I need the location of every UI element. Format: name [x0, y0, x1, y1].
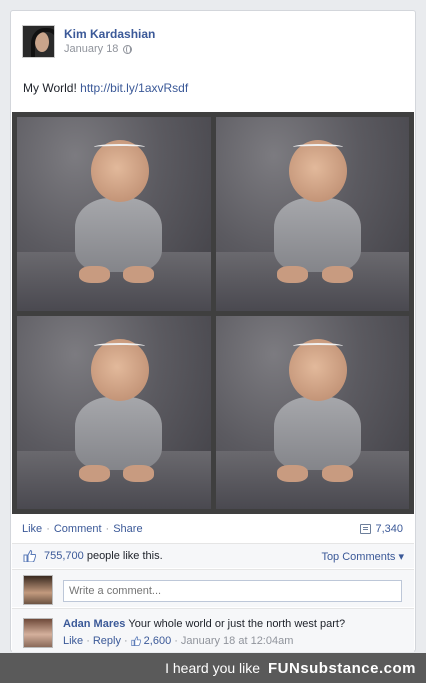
baby-foot — [277, 464, 309, 482]
baby-foot — [321, 464, 353, 482]
comment-reply-link[interactable]: Reply — [93, 635, 121, 647]
post-message: My World! — [23, 81, 77, 95]
separator: · — [46, 523, 50, 535]
photo-2[interactable] — [215, 117, 409, 311]
comment-likes-count[interactable]: 2,600 — [144, 635, 172, 647]
photo-1[interactable] — [17, 117, 211, 311]
baby-body — [75, 198, 163, 272]
commenter-avatar[interactable] — [23, 618, 53, 648]
headband — [94, 144, 145, 150]
baby-body — [273, 198, 361, 272]
post-link[interactable]: http://bit.ly/1axvRsdf — [80, 81, 188, 95]
likes-summary: 755,700 people like this. Top Comments ▾ — [12, 543, 414, 568]
author-avatar[interactable] — [22, 25, 55, 58]
top-comments-dropdown[interactable]: Top Comments ▾ — [321, 550, 404, 563]
globe-icon — [123, 44, 133, 54]
comment-text: Your whole world or just the north west … — [128, 618, 346, 630]
baby-foot — [78, 266, 110, 284]
separator: · — [123, 635, 128, 647]
headband — [94, 342, 145, 349]
thumbs-up-icon — [131, 636, 141, 646]
post-date[interactable]: January 18 — [64, 43, 118, 55]
likes-count[interactable]: 755,700 — [44, 550, 84, 562]
headband — [292, 342, 344, 349]
post-card: Kim Kardashian January 18 My World! http… — [10, 10, 416, 652]
comment-icon — [360, 524, 372, 534]
baby-body — [273, 396, 361, 471]
commenter-name[interactable]: Adan Mares — [63, 618, 125, 630]
comment-box-row — [12, 569, 414, 607]
photo-grid[interactable] — [12, 112, 414, 514]
post-text: My World! http://bit.ly/1axvRsdf — [23, 81, 188, 95]
baby-foot — [321, 266, 353, 284]
baby-foot — [123, 464, 155, 482]
comment-link[interactable]: Comment — [54, 523, 102, 535]
baby-foot — [123, 266, 155, 284]
like-link[interactable]: Like — [22, 523, 42, 535]
separator: · — [86, 635, 90, 647]
post-meta: January 18 — [64, 43, 133, 55]
separator: · — [105, 523, 110, 535]
baby-foot — [78, 464, 110, 482]
baby-foot — [277, 266, 309, 284]
watermark-brand: FUNsubstance.com — [267, 659, 416, 677]
comment-input[interactable] — [63, 580, 402, 602]
commenter-line: Adan Mares Your whole world or just the … — [63, 618, 345, 630]
baby-body — [75, 396, 163, 471]
likes-text: 755,700 people like this. — [44, 550, 163, 562]
comment-meta: Like · Reply · 2,600 · January 18 at 12:… — [63, 635, 293, 647]
comment-like-link[interactable]: Like — [63, 635, 83, 647]
thumbs-up-icon — [23, 550, 36, 562]
separator: · — [174, 635, 178, 647]
comment-item: Adan Mares Your whole world or just the … — [12, 608, 414, 652]
likes-suffix: people like this. — [86, 550, 163, 562]
watermark-banner: I heard you like FUNsubstance.com — [0, 653, 426, 683]
watermark-text: I heard you like — [165, 660, 261, 676]
post-actions: Like · Comment · Share — [22, 523, 143, 535]
author-name[interactable]: Kim Kardashian — [64, 27, 155, 41]
viewer-avatar — [23, 575, 53, 605]
photo-4[interactable] — [215, 315, 409, 509]
comment-time[interactable]: January 18 at 12:04am — [181, 635, 294, 647]
photo-3[interactable] — [17, 315, 211, 509]
post-header: Kim Kardashian January 18 — [22, 25, 402, 59]
comments-count-value: 7,340 — [375, 523, 403, 535]
comments-count[interactable]: 7,340 — [360, 523, 403, 535]
share-link[interactable]: Share — [113, 523, 142, 535]
